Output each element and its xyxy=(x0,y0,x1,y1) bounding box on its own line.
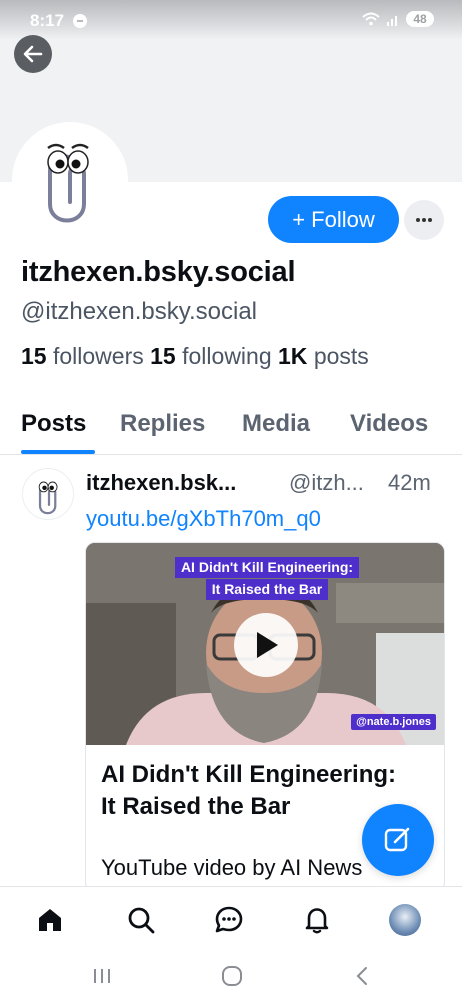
status-time: 8:17 xyxy=(30,11,65,30)
followers-label: followers xyxy=(52,343,144,369)
notification-dot-icon xyxy=(73,14,87,28)
posts-count: 1K xyxy=(278,343,308,369)
profile-avatar[interactable] xyxy=(12,122,128,238)
posts-stat: 1K posts xyxy=(278,343,369,369)
profile-avatar-thumbnail xyxy=(389,904,421,936)
status-indicators: 48 xyxy=(362,11,434,27)
signal-icon xyxy=(387,16,397,26)
chat-icon xyxy=(215,906,243,933)
tab-posts[interactable]: Posts xyxy=(21,410,86,438)
post-link[interactable]: youtu.be/gXbTh70m_q0 xyxy=(86,506,321,532)
active-tab-indicator xyxy=(21,450,95,454)
nav-profile[interactable] xyxy=(388,903,422,937)
follow-button[interactable]: + Follow xyxy=(268,196,399,243)
home-icon xyxy=(39,909,61,931)
post-author-avatar[interactable] xyxy=(22,468,74,520)
thumbnail-title-line1: AI Didn't Kill Engineering: xyxy=(174,557,360,578)
nav-search[interactable] xyxy=(124,903,158,937)
embed-description: YouTube video by AI News xyxy=(101,855,363,880)
compose-icon xyxy=(384,827,410,852)
tab-replies[interactable]: Replies xyxy=(120,410,205,438)
post-timestamp: 42m xyxy=(388,470,431,495)
wifi-icon xyxy=(362,12,380,26)
followers-stat[interactable]: 15 followers xyxy=(21,343,144,369)
nav-notifications[interactable] xyxy=(300,903,334,937)
system-navigation-bar xyxy=(0,952,462,1000)
bell-icon xyxy=(305,908,329,934)
nav-home[interactable] xyxy=(33,903,67,937)
paperclip-mascot-icon xyxy=(38,481,58,515)
follow-button-label: Follow xyxy=(311,206,375,232)
paperclip-mascot-icon xyxy=(47,143,89,223)
home-system-button[interactable] xyxy=(220,964,244,988)
chevron-left-icon xyxy=(356,967,367,985)
thumbnail-title-line2: It Raised the Bar xyxy=(205,579,329,600)
nav-chat[interactable] xyxy=(212,903,246,937)
recent-apps-icon xyxy=(94,969,110,983)
following-count: 15 xyxy=(150,343,176,369)
thumbnail-creator-tag: @nate.b.jones xyxy=(351,714,436,730)
search-icon xyxy=(128,907,155,934)
recent-apps-button[interactable] xyxy=(90,964,114,988)
home-circle-icon xyxy=(222,966,242,986)
profile-handle: @itzhexen.bsky.social xyxy=(21,298,258,325)
plus-icon: + xyxy=(292,206,306,232)
compose-button[interactable] xyxy=(362,804,434,876)
tab-media[interactable]: Media xyxy=(242,410,310,438)
battery-level: 48 xyxy=(406,11,434,27)
profile-stats: 15 followers 15 following 1K posts xyxy=(21,343,369,370)
followers-count: 15 xyxy=(21,343,47,369)
play-button[interactable] xyxy=(234,613,298,677)
following-stat[interactable]: 15 following xyxy=(150,343,271,369)
bottom-navigation xyxy=(0,886,462,952)
display-name: itzhexen.bsky.social xyxy=(21,256,296,288)
tab-videos[interactable]: Videos xyxy=(350,410,428,438)
ellipsis-icon xyxy=(416,218,432,222)
following-label: following xyxy=(182,343,272,369)
profile-tabs: Posts Replies Media Videos xyxy=(0,405,462,455)
posts-label: posts xyxy=(313,343,369,369)
video-thumbnail: AI Didn't Kill Engineering: It Raised th… xyxy=(86,543,444,745)
system-back-button[interactable] xyxy=(350,964,374,988)
arrow-left-icon xyxy=(23,45,43,63)
thumbnail-title: AI Didn't Kill Engineering: It Raised th… xyxy=(154,557,380,601)
embed-title: AI Didn't Kill Engineering: It Raised th… xyxy=(101,761,397,820)
play-icon xyxy=(257,632,278,658)
post-author-handle: @itzh... xyxy=(289,470,364,495)
more-options-button[interactable] xyxy=(404,200,444,240)
status-bar: 8:17 48 xyxy=(0,0,462,40)
back-button[interactable] xyxy=(14,35,52,73)
post-author-name[interactable]: itzhexen.bsk... xyxy=(86,470,236,496)
